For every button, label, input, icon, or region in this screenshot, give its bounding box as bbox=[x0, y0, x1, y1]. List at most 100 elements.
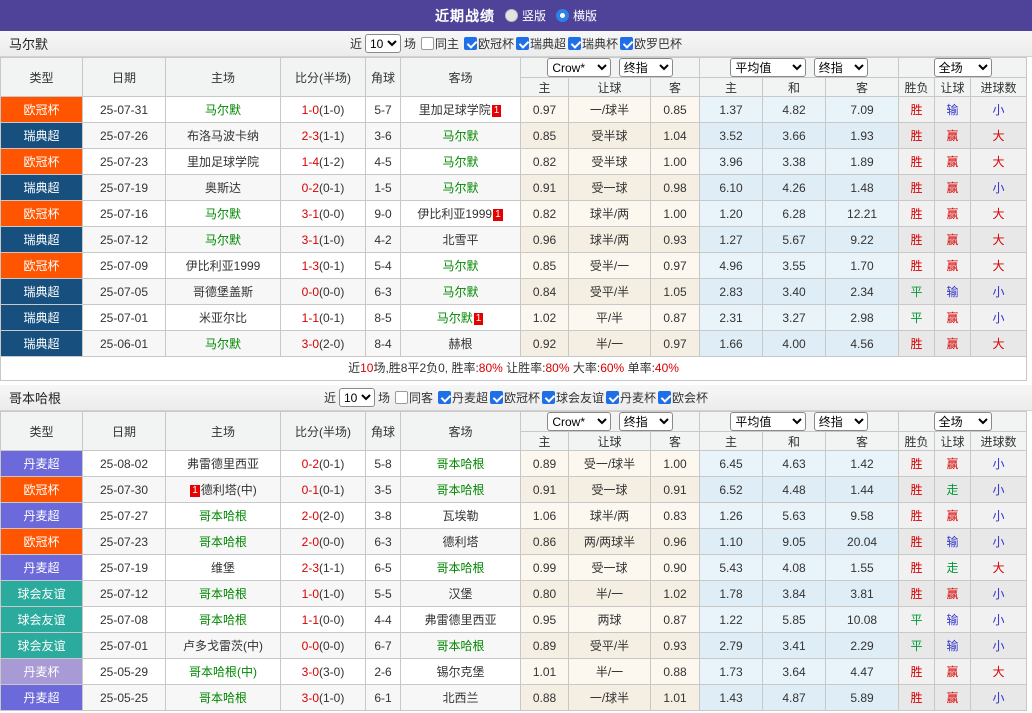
average-select[interactable]: 平均值 bbox=[730, 58, 806, 77]
full-match-select[interactable]: 全场 bbox=[934, 58, 992, 77]
summary-text: 单率: bbox=[624, 361, 655, 375]
league-filter-label: 丹麦杯 bbox=[620, 389, 656, 406]
checkbox-checked-icon[interactable] bbox=[606, 391, 619, 404]
fulltime-score: 0-2 bbox=[302, 181, 319, 195]
avg-draw-cell: 3.41 bbox=[763, 633, 826, 659]
away-team-cell: 马尔默 bbox=[401, 149, 521, 175]
handicap-cell: 受一球 bbox=[569, 555, 651, 581]
checkbox-checked-icon[interactable] bbox=[658, 391, 671, 404]
col-date: 日期 bbox=[83, 412, 166, 451]
checkbox-checked-icon[interactable] bbox=[438, 391, 451, 404]
result-handicap-cell: 赢 bbox=[935, 685, 971, 711]
final-odds-select-2[interactable]: 终指 bbox=[814, 58, 868, 77]
handicap-cell: 受平/半 bbox=[569, 279, 651, 305]
checkbox-checked-icon[interactable] bbox=[568, 37, 581, 50]
team-name-text: 卢多戈雷茨(中) bbox=[183, 639, 263, 653]
odds-source-select[interactable]: Crow* bbox=[547, 412, 611, 431]
layout-vertical-radio[interactable]: 竖版 bbox=[505, 7, 546, 24]
average-select[interactable]: 平均值 bbox=[730, 412, 806, 431]
league-filter[interactable]: 丹麦杯 bbox=[606, 389, 656, 406]
league-filter[interactable]: 欧冠杯 bbox=[464, 35, 514, 52]
avg-away-cell: 9.58 bbox=[826, 503, 899, 529]
home-team-cell: 布洛马波卡纳 bbox=[166, 123, 281, 149]
avg-home-cell: 2.31 bbox=[700, 305, 763, 331]
checkbox-checked-icon[interactable] bbox=[490, 391, 503, 404]
same-side-filter[interactable]: 同主 bbox=[421, 35, 459, 52]
date-cell: 25-07-27 bbox=[83, 503, 166, 529]
corner-cell: 5-5 bbox=[366, 581, 401, 607]
summary-text: 大率: bbox=[570, 361, 601, 375]
team-name-text: 北雪平 bbox=[442, 233, 478, 247]
league-filter[interactable]: 瑞典杯 bbox=[568, 35, 618, 52]
final-odds-select[interactable]: 终指 bbox=[619, 58, 673, 77]
league-filter-label: 欧罗巴杯 bbox=[634, 35, 682, 52]
score-cell: 3-1(1-0) bbox=[281, 227, 366, 253]
league-filter[interactable]: 欧罗巴杯 bbox=[620, 35, 682, 52]
avg-draw-cell: 4.26 bbox=[763, 175, 826, 201]
score-cell: 0-1(0-1) bbox=[281, 477, 366, 503]
avg-draw-cell: 4.48 bbox=[763, 477, 826, 503]
team-name-text: 马尔默 bbox=[442, 181, 478, 195]
match-row: 欧冠杯25-07-301德利塔(中)0-1(0-1)3-5哥本哈根0.91受一球… bbox=[1, 477, 1027, 503]
result-wdl-cell: 胜 bbox=[899, 331, 935, 357]
home-odds-cell: 0.89 bbox=[521, 633, 569, 659]
league-filter[interactable]: 欧冠杯 bbox=[490, 389, 540, 406]
result-wdl-cell: 平 bbox=[899, 607, 935, 633]
final-odds-select[interactable]: 终指 bbox=[619, 412, 673, 431]
league-filter[interactable]: 瑞典超 bbox=[516, 35, 566, 52]
checkbox-checked-icon[interactable] bbox=[542, 391, 555, 404]
same-side-filter[interactable]: 同客 bbox=[395, 389, 433, 406]
team-name-text: 里加足球学院 bbox=[187, 155, 259, 169]
summary-text: 60% bbox=[600, 361, 624, 375]
league-filter[interactable]: 球会友谊 bbox=[542, 389, 604, 406]
checkbox-checked-icon[interactable] bbox=[464, 37, 477, 50]
league-filter[interactable]: 丹麦超 bbox=[438, 389, 488, 406]
checkbox-unchecked-icon[interactable] bbox=[395, 391, 408, 404]
league-filters: 丹麦超欧冠杯球会友谊丹麦杯欧会杯 bbox=[436, 389, 708, 407]
final-odds-select-2[interactable]: 终指 bbox=[814, 412, 868, 431]
result-handicap-cell: 赢 bbox=[935, 331, 971, 357]
home-team-cell: 马尔默 bbox=[166, 331, 281, 357]
match-row: 丹麦超25-07-19维堡2-3(1-1)6-5哥本哈根0.99受一球0.905… bbox=[1, 555, 1027, 581]
home-odds-cell: 0.96 bbox=[521, 227, 569, 253]
radio-unchecked-icon[interactable] bbox=[505, 9, 518, 22]
col-away: 客场 bbox=[401, 412, 521, 451]
avg-draw-cell: 3.27 bbox=[763, 305, 826, 331]
date-cell: 25-07-19 bbox=[83, 555, 166, 581]
average-select-group: 平均值 终指 bbox=[700, 58, 899, 78]
corner-cell: 3-8 bbox=[366, 503, 401, 529]
avg-home-cell: 1.20 bbox=[700, 201, 763, 227]
team-name-text: 赫根 bbox=[448, 337, 472, 351]
match-count-select[interactable]: 10 bbox=[339, 388, 375, 407]
match-row: 欧冠杯25-07-09伊比利亚19991-3(0-1)5-4马尔默0.85受半/… bbox=[1, 253, 1027, 279]
match-row: 丹麦超25-05-25哥本哈根3-0(1-0)6-1北西兰0.88一/球半1.0… bbox=[1, 685, 1027, 711]
team-name-text: 瓦埃勒 bbox=[442, 509, 478, 523]
home-odds-cell: 0.88 bbox=[521, 685, 569, 711]
score-cell: 3-0(2-0) bbox=[281, 331, 366, 357]
match-row: 瑞典超25-07-01米亚尔比1-1(0-1)8-5马尔默11.02平/半0.8… bbox=[1, 305, 1027, 331]
away-odds-cell: 0.91 bbox=[651, 477, 700, 503]
result-goals-cell: 小 bbox=[971, 633, 1027, 659]
halftime-score: (0-0) bbox=[319, 535, 344, 549]
checkbox-unchecked-icon[interactable] bbox=[421, 37, 434, 50]
layout-horizontal-radio[interactable]: 横版 bbox=[556, 7, 597, 24]
checkbox-checked-icon[interactable] bbox=[516, 37, 529, 50]
matches-table: 类型 日期 主场 比分(半场) 角球 客场 Crow* 终指 平均值 终指 全场 bbox=[0, 57, 1027, 357]
result-wdl-cell: 胜 bbox=[899, 253, 935, 279]
away-odds-cell: 0.96 bbox=[651, 529, 700, 555]
handicap-cell: 受半球 bbox=[569, 123, 651, 149]
odds-source-select[interactable]: Crow* bbox=[547, 58, 611, 77]
team-name-text: 马尔默 bbox=[437, 311, 473, 325]
result-goals-cell: 小 bbox=[971, 503, 1027, 529]
checkbox-checked-icon[interactable] bbox=[620, 37, 633, 50]
league-cell: 瑞典超 bbox=[1, 123, 83, 149]
match-count-select[interactable]: 10 bbox=[365, 34, 401, 53]
result-goals-cell: 大 bbox=[971, 253, 1027, 279]
result-goals-cell: 小 bbox=[971, 279, 1027, 305]
radio-checked-icon[interactable] bbox=[556, 9, 569, 22]
corner-cell: 3-6 bbox=[366, 123, 401, 149]
league-filter[interactable]: 欧会杯 bbox=[658, 389, 708, 406]
full-match-select[interactable]: 全场 bbox=[934, 412, 992, 431]
result-wdl-cell: 胜 bbox=[899, 227, 935, 253]
avg-away-cell: 2.98 bbox=[826, 305, 899, 331]
